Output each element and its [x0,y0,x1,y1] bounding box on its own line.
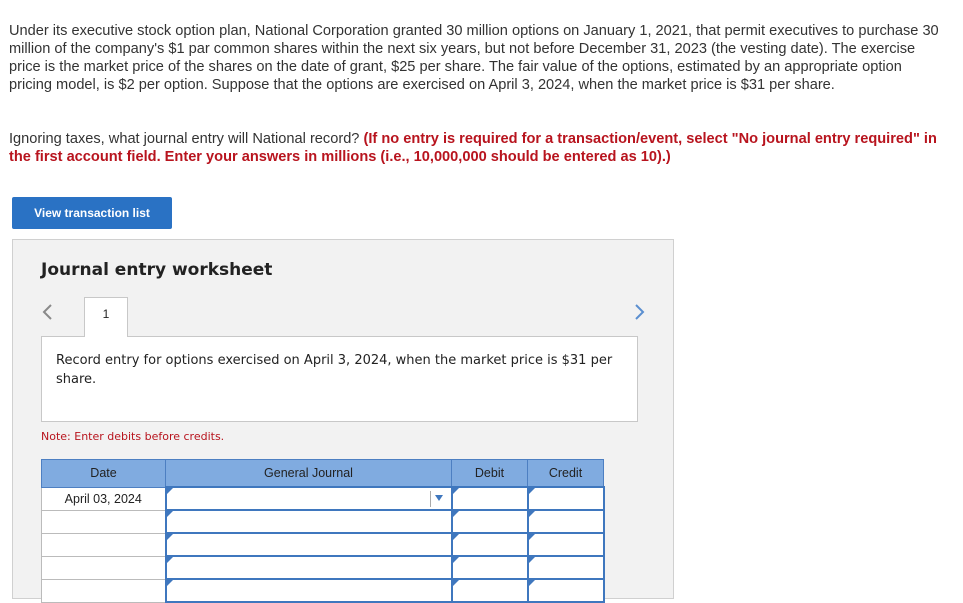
worksheet-tab-1[interactable]: 1 [84,297,128,337]
account-select[interactable] [164,509,453,534]
journal-table: Date General Journal Debit Credit April … [41,459,605,603]
column-header-credit: Credit [527,459,604,488]
worksheet-title: Journal entry worksheet [41,260,273,280]
credit-input[interactable] [526,509,605,534]
account-select[interactable] [164,532,453,557]
worksheet-note: Note: Enter debits before credits. [41,430,225,443]
date-cell: April 03, 2024 [41,486,166,511]
column-header-general-journal: General Journal [165,459,452,488]
view-transaction-list-button[interactable]: View transaction list [12,197,172,229]
account-select[interactable] [164,486,453,511]
input-marker [166,557,173,563]
table-row [41,555,605,580]
credit-input[interactable] [526,555,605,580]
instruction-text: Ignoring taxes, what journal entry will … [9,130,944,166]
input-marker [452,557,459,563]
table-row: April 03, 2024 [41,486,605,511]
input-marker [528,557,535,563]
date-cell [41,578,166,603]
input-marker [166,580,173,586]
input-marker [166,488,173,494]
account-select[interactable] [164,555,453,580]
chevron-right-icon[interactable] [632,302,646,322]
credit-input[interactable] [526,532,605,557]
input-marker [452,534,459,540]
input-marker [166,534,173,540]
date-cell [41,509,166,534]
credit-input[interactable] [526,486,605,511]
table-row [41,532,605,557]
date-cell [41,532,166,557]
entry-prompt: Record entry for options exercised on Ap… [41,336,638,422]
table-row [41,509,605,534]
debit-input[interactable] [450,532,529,557]
debit-input[interactable] [450,555,529,580]
input-marker [528,534,535,540]
account-select[interactable] [164,578,453,603]
journal-header-row: Date General Journal Debit Credit [41,459,604,488]
input-marker [528,511,535,517]
input-marker [452,580,459,586]
debit-input[interactable] [450,578,529,603]
journal-entry-worksheet: Journal entry worksheet 1 Record entry f… [12,239,674,603]
column-header-debit: Debit [451,459,528,488]
date-cell [41,555,166,580]
input-marker [528,488,535,494]
dropdown-separator [429,491,431,507]
instruction-question: Ignoring taxes, what journal entry will … [9,131,360,147]
table-row [41,578,605,603]
input-marker [528,580,535,586]
caret-down-icon[interactable] [434,495,443,501]
chevron-left-icon[interactable] [41,302,55,322]
input-marker [166,511,173,517]
credit-input[interactable] [526,578,605,603]
debit-input[interactable] [450,509,529,534]
problem-text: Under its executive stock option plan, N… [9,23,939,93]
input-marker [452,488,459,494]
debit-input[interactable] [450,486,529,511]
column-header-date: Date [41,459,166,488]
input-marker [452,511,459,517]
